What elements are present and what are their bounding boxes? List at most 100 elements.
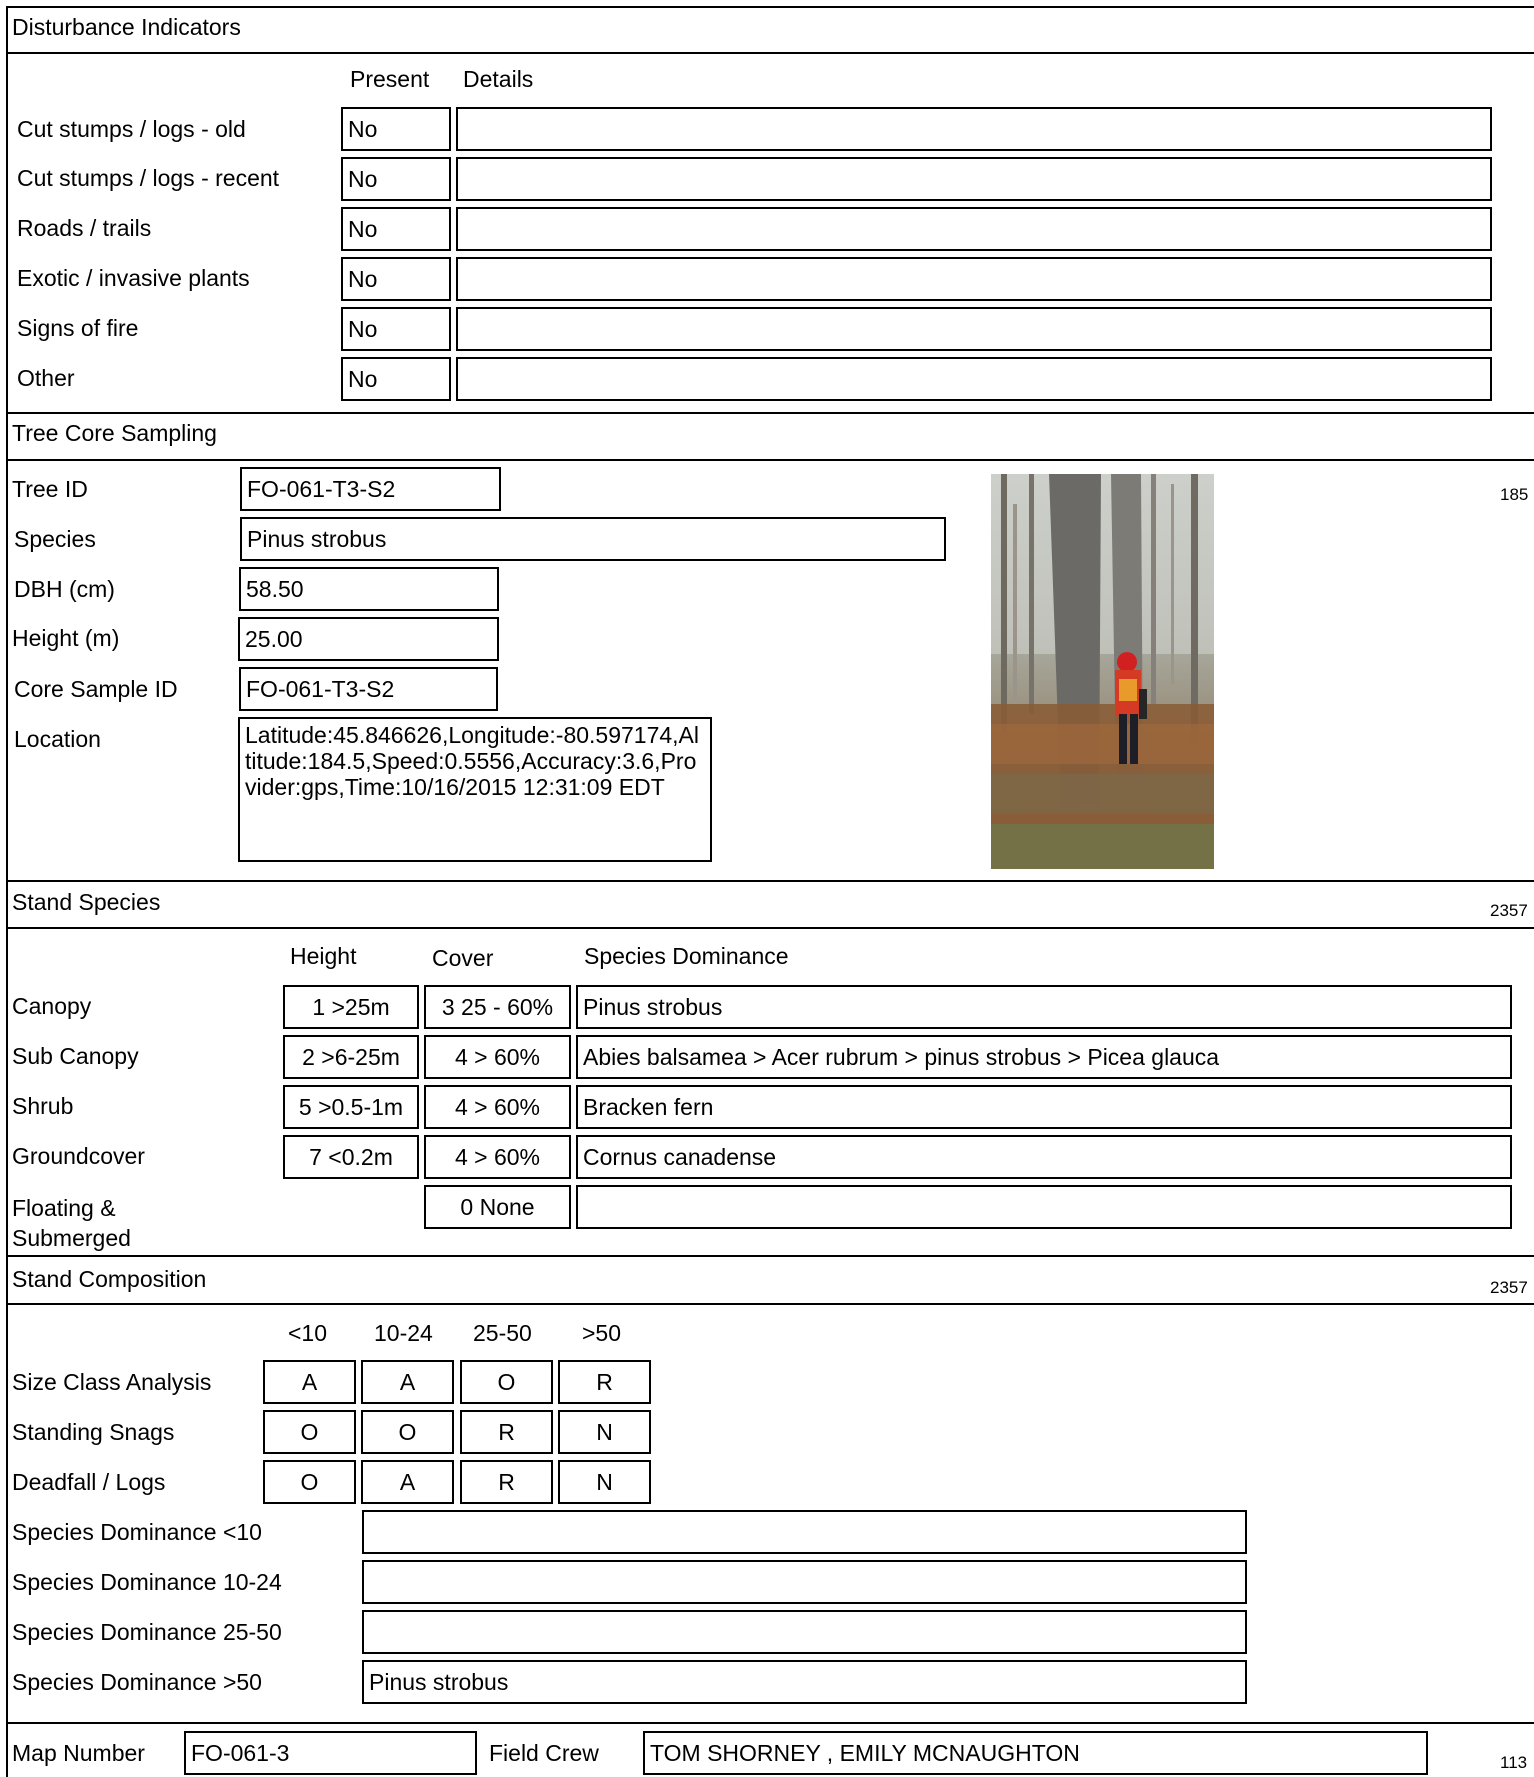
size-column-header: >50 — [582, 1320, 622, 1346]
abundance-cell[interactable]: R — [558, 1360, 651, 1404]
composition-label: Deadfall / Logs — [12, 1469, 166, 1495]
dominance-label: Species Dominance 10-24 — [12, 1569, 282, 1595]
composition-label: Size Class Analysis — [12, 1369, 212, 1395]
column-header-species-dominance: Species Dominance — [584, 943, 789, 969]
column-header-cover: Cover — [432, 945, 494, 971]
details-field[interactable] — [456, 157, 1492, 201]
present-field[interactable]: No — [341, 157, 451, 201]
divider — [8, 52, 1534, 54]
dominance-field[interactable]: Pinus strobus — [362, 1660, 1247, 1704]
disturbance-label: Other — [17, 365, 75, 391]
column-header-present: Present — [350, 66, 430, 92]
height-field[interactable]: 25.00 — [238, 617, 499, 661]
section-title-stand-composition: Stand Composition — [12, 1266, 207, 1292]
side-number: 185 — [1500, 485, 1529, 504]
dominance-field[interactable] — [576, 1185, 1512, 1229]
composition-label: Standing Snags — [12, 1419, 175, 1445]
layer-label: Shrub — [12, 1093, 74, 1119]
cover-class-field[interactable]: 4 > 60% — [424, 1035, 571, 1079]
abundance-cell[interactable]: R — [460, 1460, 553, 1504]
section-title-tree-core: Tree Core Sampling — [12, 420, 217, 446]
dbh-field[interactable]: 58.50 — [239, 567, 499, 611]
divider — [8, 459, 1534, 461]
present-field[interactable]: No — [341, 257, 451, 301]
disturbance-label: Cut stumps / logs - recent — [17, 165, 280, 191]
side-number: 113 — [1500, 1753, 1528, 1772]
cover-class-field[interactable]: 0 None — [424, 1185, 571, 1229]
species-label: Species — [14, 526, 96, 552]
height-class-field[interactable]: 1 >25m — [283, 985, 419, 1029]
disturbance-label: Exotic / invasive plants — [17, 265, 250, 291]
present-field[interactable]: No — [341, 357, 451, 401]
location-field[interactable]: Latitude:45.846626,Longitude:-80.597174,… — [238, 717, 712, 862]
abundance-cell[interactable]: O — [460, 1360, 553, 1404]
divider — [8, 1255, 1534, 1257]
layer-label: Canopy — [12, 993, 92, 1019]
dbh-label: DBH (cm) — [14, 576, 115, 602]
core-sample-label: Core Sample ID — [14, 676, 178, 702]
left-border — [6, 6, 8, 1777]
height-label: Height (m) — [12, 625, 120, 651]
abundance-cell[interactable]: O — [361, 1410, 454, 1454]
dominance-field[interactable]: Pinus strobus — [576, 985, 1512, 1029]
cover-class-field[interactable]: 4 > 60% — [424, 1085, 571, 1129]
cover-class-field[interactable]: 3 25 - 60% — [424, 985, 571, 1029]
abundance-cell[interactable]: O — [263, 1410, 356, 1454]
location-label: Location — [14, 726, 101, 752]
details-field[interactable] — [456, 307, 1492, 351]
divider — [8, 1722, 1534, 1724]
present-field[interactable]: No — [341, 207, 451, 251]
disturbance-label: Cut stumps / logs - old — [17, 116, 246, 142]
layer-label: Groundcover — [12, 1143, 145, 1169]
present-field[interactable]: No — [341, 107, 451, 151]
map-number-field[interactable]: FO-061-3 — [184, 1731, 477, 1775]
dominance-field[interactable] — [362, 1610, 1247, 1654]
map-number-label: Map Number — [12, 1740, 145, 1766]
top-border — [8, 6, 1534, 8]
tree-photo-image — [991, 474, 1214, 869]
side-number: 2357 — [1490, 1278, 1528, 1297]
divider — [8, 412, 1534, 414]
section-title-disturbance: Disturbance Indicators — [12, 14, 241, 40]
dominance-field[interactable] — [362, 1560, 1247, 1604]
dominance-field[interactable] — [362, 1510, 1247, 1554]
details-field[interactable] — [456, 107, 1492, 151]
height-class-field[interactable]: 5 >0.5-1m — [283, 1085, 419, 1129]
dominance-field[interactable]: Abies balsamea > Acer rubrum > pinus str… — [576, 1035, 1512, 1079]
details-field[interactable] — [456, 207, 1492, 251]
abundance-cell[interactable]: A — [263, 1360, 356, 1404]
abundance-cell[interactable]: R — [460, 1410, 553, 1454]
side-number: 2357 — [1490, 901, 1528, 920]
height-class-field[interactable]: 7 <0.2m — [283, 1135, 419, 1179]
disturbance-label: Signs of fire — [17, 315, 139, 341]
field-crew-field[interactable]: TOM SHORNEY , EMILY MCNAUGHTON — [643, 1731, 1428, 1775]
dominance-label: Species Dominance 25-50 — [12, 1619, 282, 1645]
tree-id-label: Tree ID — [12, 476, 88, 502]
species-field[interactable]: Pinus strobus — [240, 517, 946, 561]
abundance-cell[interactable]: A — [361, 1360, 454, 1404]
disturbance-label: Roads / trails — [17, 215, 152, 241]
column-header-details: Details — [463, 66, 534, 92]
layer-label: Sub Canopy — [12, 1043, 139, 1069]
cover-class-field[interactable]: 4 > 60% — [424, 1135, 571, 1179]
divider — [8, 880, 1534, 882]
divider — [8, 927, 1534, 929]
tree-id-field[interactable]: FO-061-T3-S2 — [240, 467, 501, 511]
size-column-header: 25-50 — [473, 1320, 532, 1346]
dominance-label: Species Dominance <10 — [12, 1519, 262, 1545]
details-field[interactable] — [456, 257, 1492, 301]
layer-label: Floating & Submerged — [12, 1195, 131, 1251]
section-title-stand-species: Stand Species — [12, 889, 161, 915]
dominance-field[interactable]: Cornus canadense — [576, 1135, 1512, 1179]
size-column-header: 10-24 — [374, 1320, 433, 1346]
abundance-cell[interactable]: O — [263, 1460, 356, 1504]
present-field[interactable]: No — [341, 307, 451, 351]
details-field[interactable] — [456, 357, 1492, 401]
abundance-cell[interactable]: N — [558, 1410, 651, 1454]
core-sample-field[interactable]: FO-061-T3-S2 — [239, 667, 498, 711]
dominance-field[interactable]: Bracken fern — [576, 1085, 1512, 1129]
abundance-cell[interactable]: A — [361, 1460, 454, 1504]
abundance-cell[interactable]: N — [558, 1460, 651, 1504]
height-class-field[interactable]: 2 >6-25m — [283, 1035, 419, 1079]
dominance-label: Species Dominance >50 — [12, 1669, 262, 1695]
